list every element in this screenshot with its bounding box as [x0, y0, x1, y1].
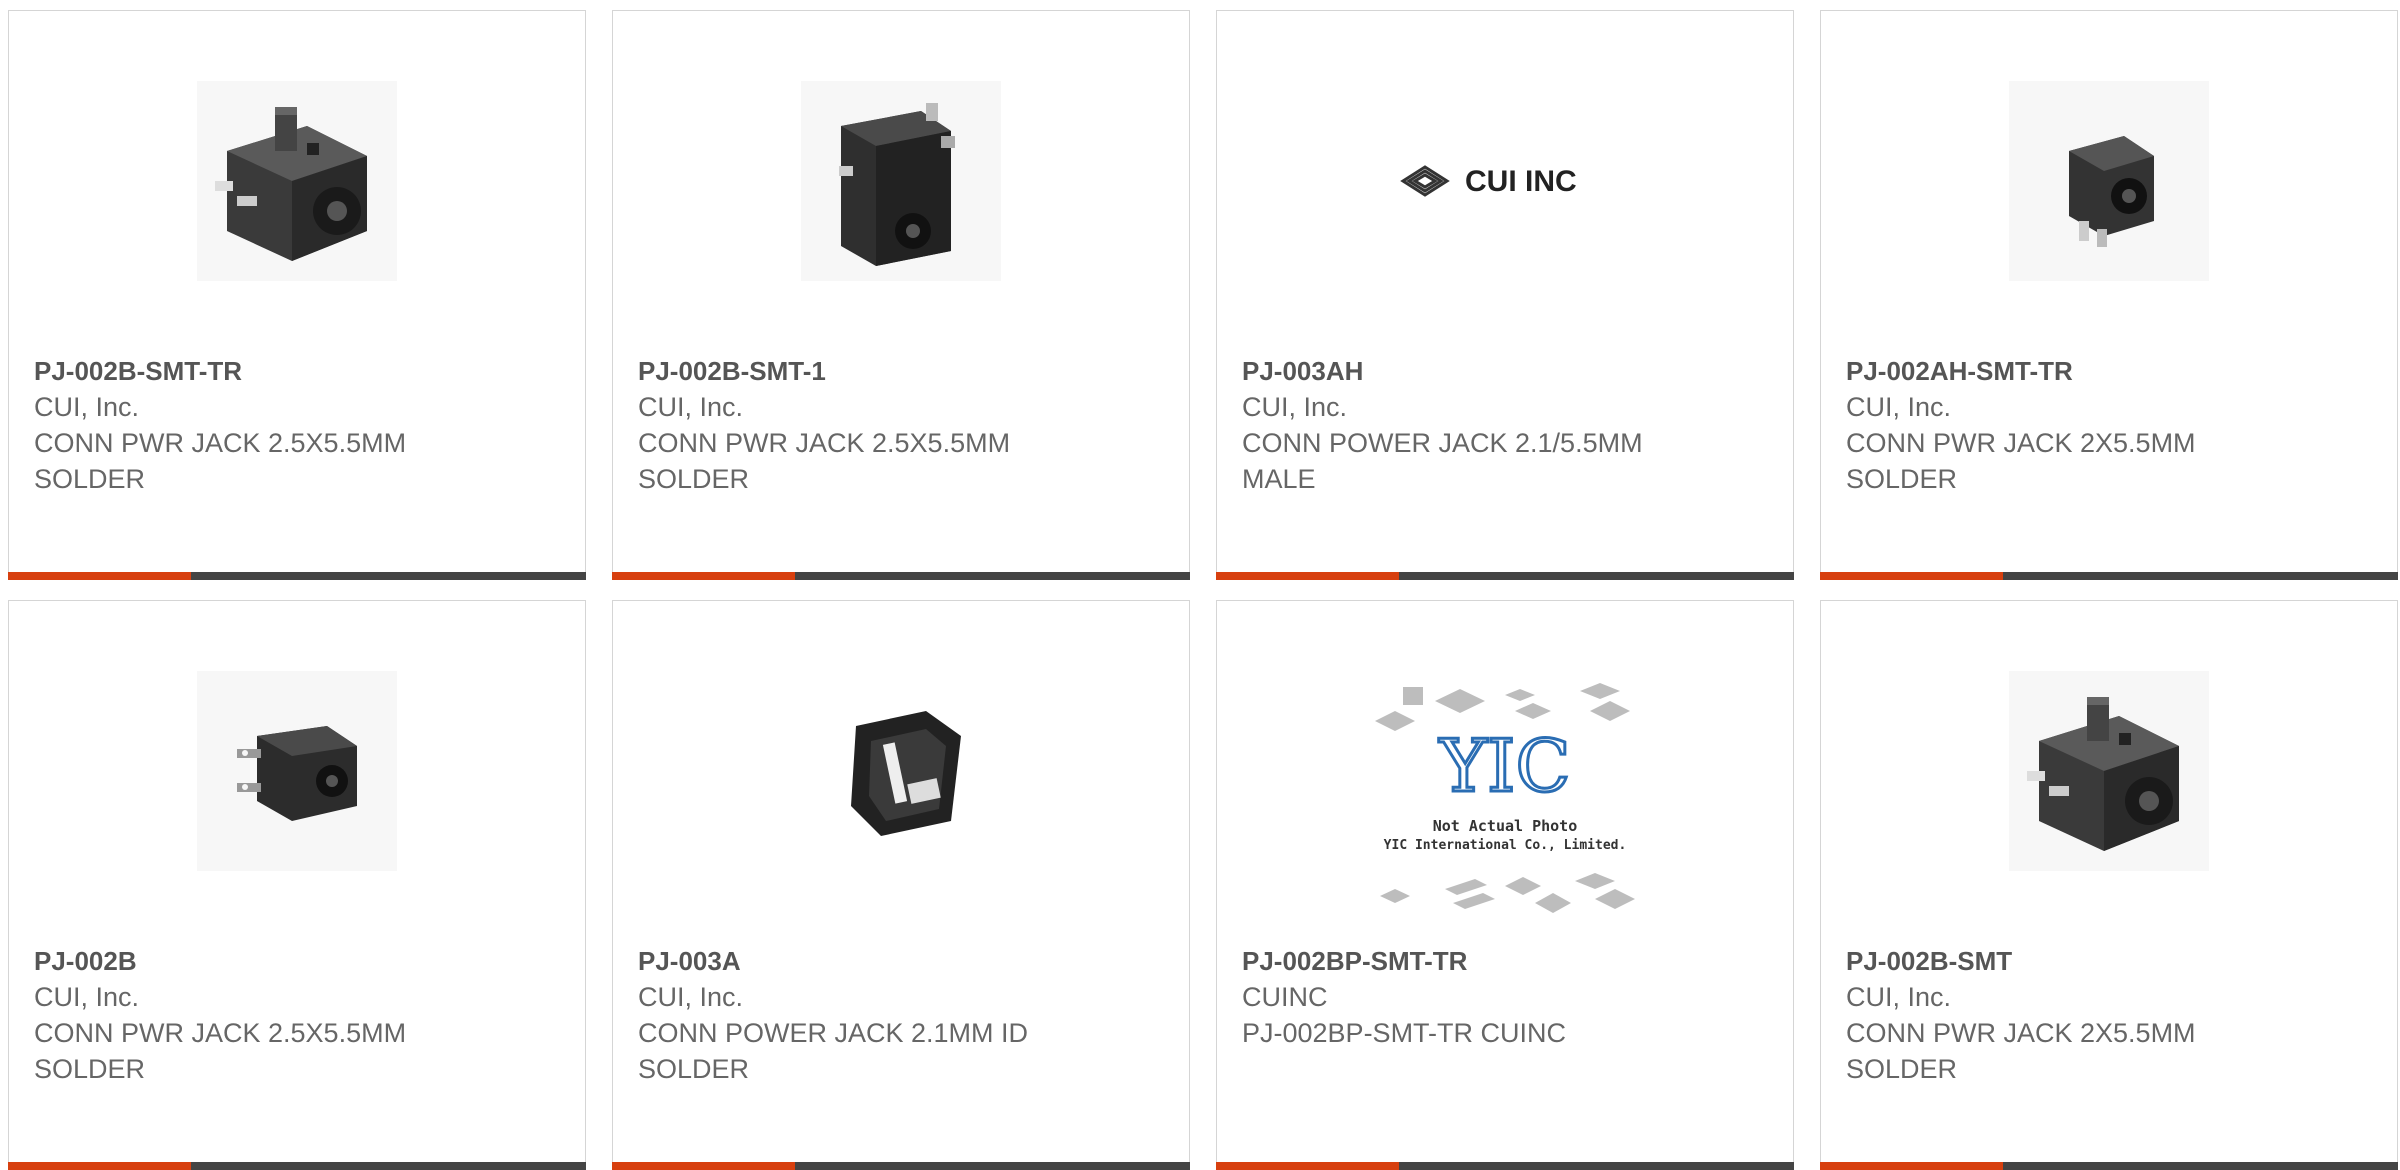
card-footer-bar [8, 1162, 586, 1170]
dc-jack-photo-icon [2009, 81, 2209, 281]
yic-placeholder-icon: YIC Not Actual Photo YIC International C… [1375, 683, 1635, 913]
description: CONN PWR JACK 2.5X5.5MM SOLDER [34, 428, 407, 494]
dc-jack-photo-icon [197, 671, 397, 871]
product-card[interactable]: PJ-002B-SMT CUI, Inc. CONN PWR JACK 2X5.… [1820, 600, 2398, 1170]
product-info: PJ-003A CUI, Inc. CONN POWER JACK 2.1MM … [638, 943, 1169, 1087]
part-number[interactable]: PJ-002B-SMT-1 [638, 353, 1169, 389]
product-card[interactable]: PJ-002B-SMT-1 CUI, Inc. CONN PWR JACK 2.… [612, 10, 1190, 580]
product-image[interactable] [613, 71, 1189, 291]
card-footer-accent [612, 572, 795, 580]
cui-logo-icon: CUI INC [1400, 165, 1577, 198]
manufacturer: CUI, Inc. [1846, 392, 1952, 422]
product-image[interactable] [613, 661, 1189, 881]
part-number[interactable]: PJ-003AH [1242, 353, 1773, 389]
card-footer-accent [1820, 1162, 2003, 1170]
part-number[interactable]: PJ-002B [34, 943, 565, 979]
card-footer-bar [1216, 1162, 1794, 1170]
placeholder-line-1: Not Actual Photo [1433, 817, 1578, 835]
svg-text:YIC: YIC [1438, 724, 1570, 808]
dc-jack-photo-icon [801, 81, 1001, 281]
product-info: PJ-002B-SMT-1 CUI, Inc. CONN PWR JACK 2.… [638, 353, 1169, 497]
part-number[interactable]: PJ-003A [638, 943, 1169, 979]
card-footer-bar [8, 572, 586, 580]
dc-jack-photo-icon [2009, 671, 2209, 871]
card-footer-accent [8, 572, 191, 580]
part-number[interactable]: PJ-002B-SMT [1846, 943, 2377, 979]
product-card[interactable]: PJ-002B CUI, Inc. CONN PWR JACK 2.5X5.5M… [8, 600, 586, 1170]
manufacturer: CUINC [1242, 982, 1328, 1012]
product-info: PJ-002AH-SMT-TR CUI, Inc. CONN PWR JACK … [1846, 353, 2377, 497]
card-footer-bar [1820, 1162, 2398, 1170]
product-info: PJ-002B-SMT-TR CUI, Inc. CONN PWR JACK 2… [34, 353, 565, 497]
product-info: PJ-002B-SMT CUI, Inc. CONN PWR JACK 2X5.… [1846, 943, 2377, 1087]
product-grid: PJ-002B-SMT-TR CUI, Inc. CONN PWR JACK 2… [8, 10, 2400, 1170]
product-card[interactable]: PJ-003A CUI, Inc. CONN POWER JACK 2.1MM … [612, 600, 1190, 1170]
manufacturer: CUI, Inc. [638, 982, 744, 1012]
product-info: PJ-002BP-SMT-TR CUINC PJ-002BP-SMT-TR CU… [1242, 943, 1773, 1051]
description: CONN POWER JACK 2.1/5.5MM MALE [1242, 428, 1643, 494]
manufacturer: CUI, Inc. [34, 982, 140, 1012]
product-info: PJ-002B CUI, Inc. CONN PWR JACK 2.5X5.5M… [34, 943, 565, 1087]
card-footer-accent [1216, 572, 1399, 580]
description: CONN PWR JACK 2.5X5.5MM SOLDER [638, 428, 1011, 494]
dc-jack-photo-icon [801, 671, 1001, 871]
part-number[interactable]: PJ-002B-SMT-TR [34, 353, 565, 389]
manufacturer: CUI, Inc. [1242, 392, 1348, 422]
dc-jack-photo-icon [197, 81, 397, 281]
description: CONN PWR JACK 2X5.5MM SOLDER [1846, 428, 2196, 494]
description: PJ-002BP-SMT-TR CUINC [1242, 1018, 1567, 1048]
product-image[interactable]: YIC Not Actual Photo YIC International C… [1217, 681, 1793, 921]
product-image[interactable] [9, 71, 585, 291]
manufacturer: CUI, Inc. [34, 392, 140, 422]
card-footer-accent [1216, 1162, 1399, 1170]
card-footer-accent [612, 1162, 795, 1170]
description: CONN PWR JACK 2.5X5.5MM SOLDER [34, 1018, 407, 1084]
part-number[interactable]: PJ-002AH-SMT-TR [1846, 353, 2377, 389]
part-number[interactable]: PJ-002BP-SMT-TR [1242, 943, 1773, 979]
card-footer-bar [612, 572, 1190, 580]
product-card[interactable]: PJ-002AH-SMT-TR CUI, Inc. CONN PWR JACK … [1820, 10, 2398, 580]
card-footer-bar [1216, 572, 1794, 580]
product-info: PJ-003AH CUI, Inc. CONN POWER JACK 2.1/5… [1242, 353, 1773, 497]
logo-text: CUI INC [1465, 165, 1577, 198]
product-image[interactable] [1821, 661, 2397, 881]
product-card[interactable]: YIC Not Actual Photo YIC International C… [1216, 600, 1794, 1170]
card-footer-bar [1820, 572, 2398, 580]
product-card[interactable]: CUI INC PJ-003AH CUI, Inc. CONN POWER JA… [1216, 10, 1794, 580]
product-image[interactable]: CUI INC [1217, 71, 1793, 291]
card-footer-accent [8, 1162, 191, 1170]
description: CONN POWER JACK 2.1MM ID SOLDER [638, 1018, 1029, 1084]
manufacturer: CUI, Inc. [1846, 982, 1952, 1012]
placeholder-line-2: YIC International Co., Limited. [1384, 838, 1627, 853]
product-image[interactable] [9, 661, 585, 881]
card-footer-accent [1820, 572, 2003, 580]
card-footer-bar [612, 1162, 1190, 1170]
product-card[interactable]: PJ-002B-SMT-TR CUI, Inc. CONN PWR JACK 2… [8, 10, 586, 580]
product-image[interactable] [1821, 71, 2397, 291]
manufacturer: CUI, Inc. [638, 392, 744, 422]
description: CONN PWR JACK 2X5.5MM SOLDER [1846, 1018, 2196, 1084]
